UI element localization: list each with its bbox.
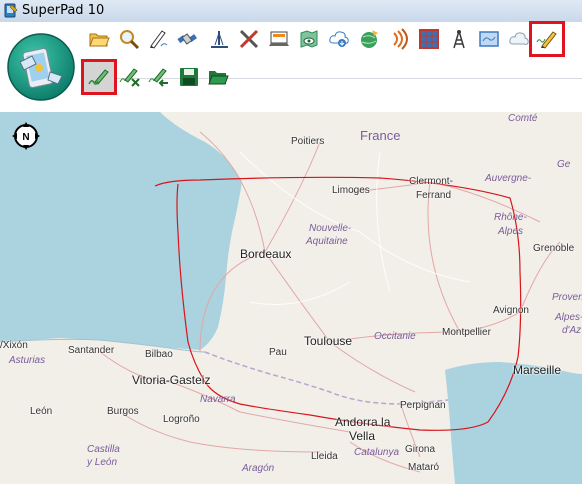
label-logrono: Logroño <box>163 414 200 425</box>
label-castilla: Castilla <box>87 444 120 455</box>
save-icon <box>180 68 198 86</box>
label-leon: León <box>30 406 53 417</box>
minor-roads <box>239 151 471 305</box>
sea-mediterranean <box>445 362 582 484</box>
draw-pencil-icon <box>536 31 557 49</box>
measure-icon <box>211 31 228 48</box>
label-ge: Ge <box>557 159 571 170</box>
cross-tools-button[interactable] <box>236 26 262 52</box>
tower-button[interactable] <box>446 26 472 52</box>
grid-icon <box>419 29 439 49</box>
label-provence: Provence- <box>552 292 582 303</box>
satellite-icon <box>177 33 197 45</box>
sketch-pen-button[interactable] <box>81 59 117 95</box>
label-aquitaine: Aquitaine <box>306 236 348 247</box>
globe-sync-icon <box>361 30 378 48</box>
label-y-leon: y León <box>87 457 118 468</box>
compass-icon[interactable]: N <box>11 121 41 151</box>
title-bar: SuperPad 10 <box>0 0 582 23</box>
label-vitoria: Vitoria-Gasteiz <box>132 373 211 387</box>
label-aragon: Aragón <box>242 463 275 474</box>
undo-sketch-button[interactable] <box>146 64 172 90</box>
label-poitiers: Poitiers <box>291 136 325 147</box>
map-frame-icon <box>479 31 499 47</box>
laptop-button[interactable] <box>266 26 292 52</box>
cloud-download-icon <box>329 31 349 47</box>
label-pau: Pau <box>269 347 287 358</box>
cross-tools-icon <box>239 29 259 49</box>
label-rhone: Rhône- <box>494 212 527 223</box>
app-icon <box>4 3 18 18</box>
app-logo[interactable] <box>6 32 76 102</box>
open-folder-green-icon <box>208 71 229 85</box>
label-perpignan: Perpignan <box>400 400 446 411</box>
map-basemap <box>0 112 582 484</box>
search-map-button[interactable] <box>116 26 142 52</box>
map-view-icon <box>300 30 318 48</box>
erase-sketch-icon <box>119 68 140 87</box>
label-mataro: Mataró <box>408 462 440 473</box>
signal-icon <box>393 28 408 50</box>
label-vella: Vella <box>349 429 376 443</box>
label-alpes-2: Alpes- <box>555 312 582 323</box>
label-navarra: Navarra <box>200 394 236 405</box>
label-bordeaux: Bordeaux <box>240 247 292 261</box>
label-catalunya: Catalunya <box>354 447 400 458</box>
map-view-button[interactable] <box>296 26 322 52</box>
erase-sketch-button[interactable] <box>117 64 143 90</box>
label-alpes: Alpes <box>498 226 524 237</box>
label-daz: d'Az <box>562 325 582 336</box>
save-button[interactable] <box>176 64 202 90</box>
toolbar-area <box>0 21 582 112</box>
label-girona: Girona <box>405 444 436 455</box>
draw-pencil-button[interactable] <box>529 21 565 57</box>
window-title: SuperPad 10 <box>22 3 105 18</box>
label-lleida: Lleida <box>311 451 338 462</box>
label-occitanie: Occitanie <box>374 331 416 342</box>
label-auvergne: Auvergne- <box>485 173 532 184</box>
label-asturias: Asturias <box>9 355 46 366</box>
label-marseille: Marseille <box>513 363 562 377</box>
label-nouvelle: Nouvelle- <box>309 223 352 234</box>
open-folder-icon <box>89 33 110 47</box>
tower-icon <box>453 30 465 49</box>
open-folder-green-button[interactable] <box>205 64 231 90</box>
globe-sync-button[interactable] <box>356 26 382 52</box>
label-ferrand: Ferrand <box>416 190 452 201</box>
map-canvas[interactable]: N France Comté Poitiers Limoges Clermont… <box>0 112 582 484</box>
undo-sketch-icon <box>148 68 168 87</box>
map-frame-button[interactable] <box>476 26 502 52</box>
label-andorra: Andorra la <box>335 415 391 429</box>
label-santander: Santander <box>68 345 115 356</box>
laptop-icon <box>269 31 289 46</box>
label-comte: Comté <box>508 113 538 124</box>
compass-label: N <box>22 132 29 143</box>
label-montpellier: Montpellier <box>442 327 491 338</box>
label-toulouse: Toulouse <box>304 334 353 348</box>
label-xixon: /Xixón <box>0 340 28 351</box>
satellite-button[interactable] <box>174 26 200 52</box>
cloud-download-button[interactable] <box>326 26 352 52</box>
open-folder-button[interactable] <box>86 26 112 52</box>
pen-line-button[interactable] <box>145 26 171 52</box>
signal-button[interactable] <box>386 26 412 52</box>
label-limoges: Limoges <box>332 185 370 196</box>
label-clermont: Clermont- <box>409 176 453 187</box>
label-burgos: Burgos <box>107 406 139 417</box>
border-france-spain <box>204 351 449 405</box>
label-grenoble: Grenoble <box>533 243 575 254</box>
label-avignon: Avignon <box>493 305 529 316</box>
measure-button[interactable] <box>206 26 232 52</box>
cloud-icon <box>509 32 529 45</box>
pen-line-icon <box>150 30 168 49</box>
grid-button[interactable] <box>416 26 442 52</box>
search-map-icon <box>120 30 140 50</box>
label-bilbao: Bilbao <box>145 349 173 360</box>
sketch-pen-icon <box>88 69 109 85</box>
label-france: France <box>360 128 401 143</box>
